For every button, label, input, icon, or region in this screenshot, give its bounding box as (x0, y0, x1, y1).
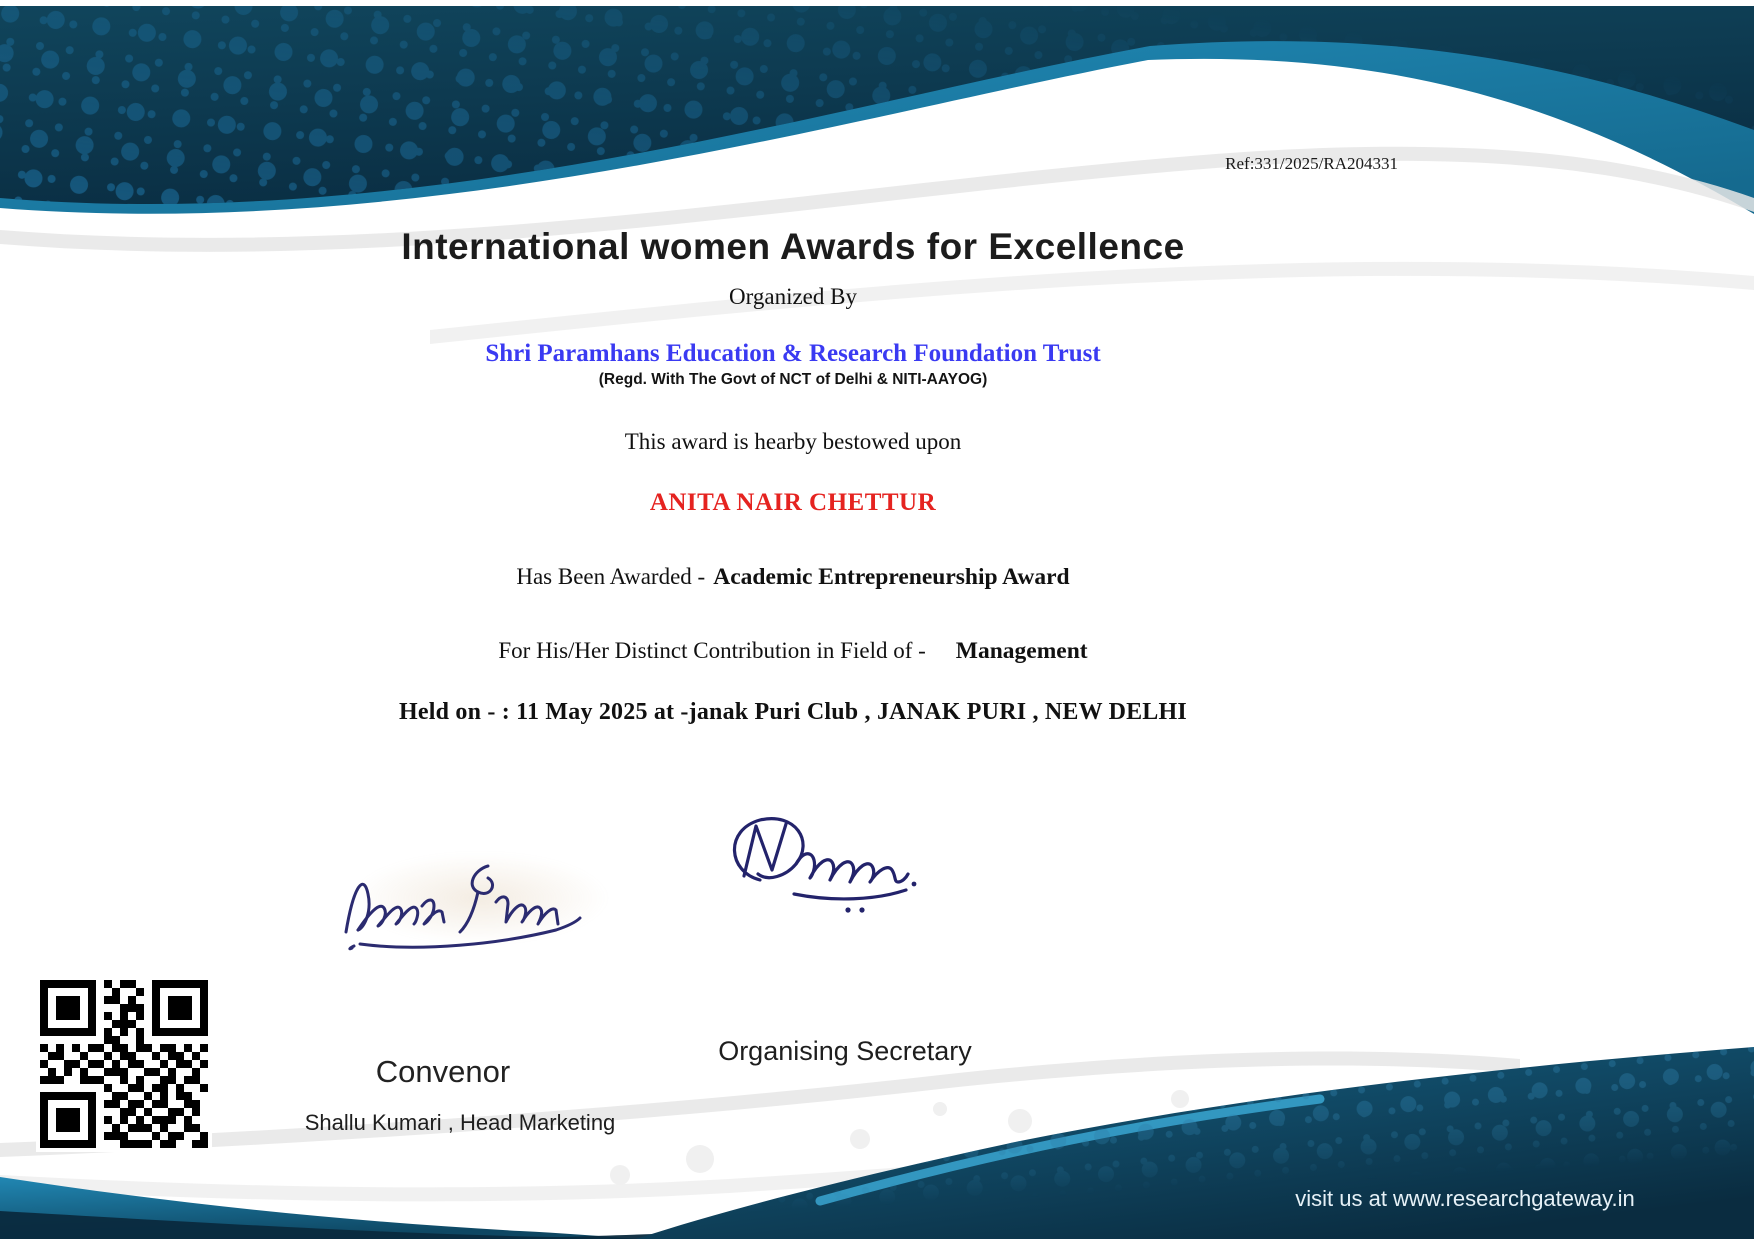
registration-note: (Regd. With The Govt of NCT of Delhi & N… (0, 371, 1586, 389)
certificate: Ref:331/2025/RA204331 International wome… (0, 0, 1754, 1239)
organized-by-label: Organized By (0, 284, 1586, 310)
bestowal-line: This award is hearby bestowed upon (0, 429, 1586, 455)
convenor-signature (330, 840, 630, 955)
organization-name: Shri Paramhans Education & Research Foun… (0, 340, 1586, 368)
contribution-prefix: For His/Her Distinct Contribution in Fie… (498, 638, 925, 663)
qr-code (36, 976, 212, 1152)
award-prefix: Has Been Awarded - (516, 564, 705, 589)
convenor-role-label: Convenor (293, 1054, 593, 1090)
award-title: Academic Entrepreneurship Award (713, 564, 1069, 590)
award-line: Has Been Awarded - Academic Entrepreneurs… (0, 564, 1586, 591)
certificate-title: International women Awards for Excellenc… (0, 226, 1586, 268)
reference-number: Ref:331/2025/RA204331 (1225, 154, 1398, 174)
convenor-detail: Shallu Kumari , Head Marketing (260, 1110, 660, 1136)
contribution-field: Management (956, 638, 1088, 664)
event-line: Held on - : 11 May 2025 at -janak Puri C… (0, 699, 1586, 726)
website-line: visit us at www.researchgateway.in (1240, 1186, 1690, 1212)
organising-secretary-signature (698, 808, 968, 928)
organising-secretary-role-label: Organising Secretary (695, 1036, 995, 1067)
contribution-line: For His/Her Distinct Contribution in Fie… (0, 638, 1586, 665)
recipient-name: ANITA NAIR CHETTUR (0, 489, 1586, 517)
